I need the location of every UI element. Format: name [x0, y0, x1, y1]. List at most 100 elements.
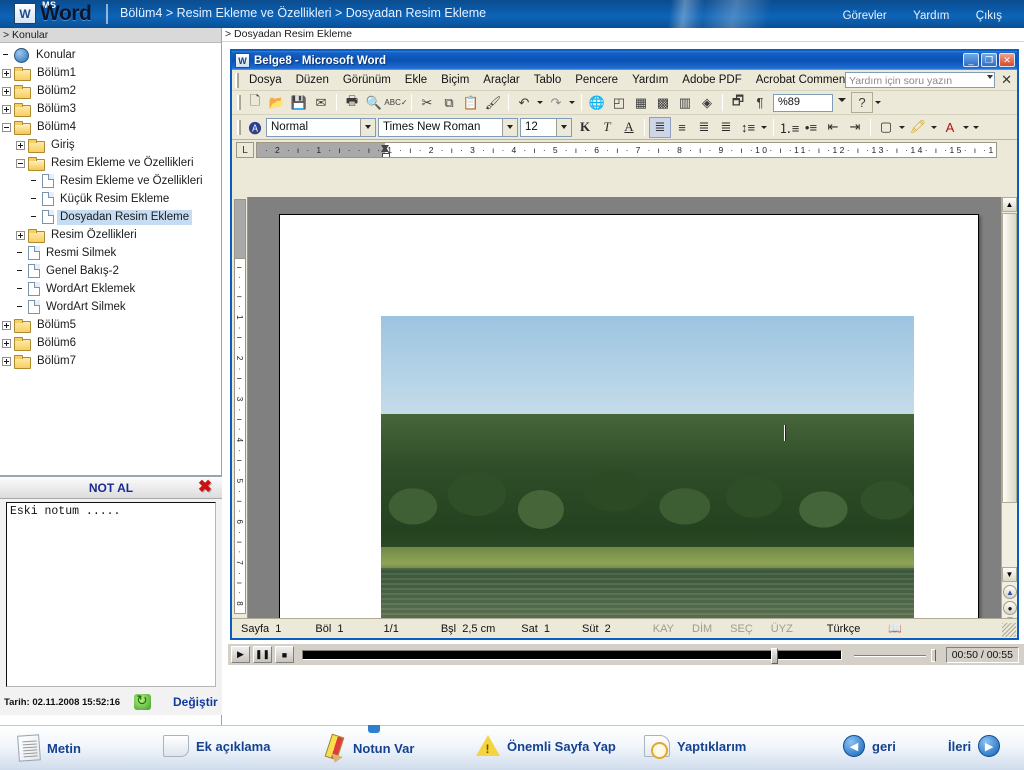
tree-item-8[interactable]: Dosyadan Resim Ekleme	[2, 208, 221, 226]
columns-icon[interactable]: ▥	[674, 92, 696, 113]
menubar-grip[interactable]	[235, 72, 239, 88]
status-indicator-kay[interactable]: KAY	[644, 623, 683, 635]
tree-item-1[interactable]: Bölüm2	[2, 82, 221, 100]
align-center-button[interactable]: ≡	[671, 117, 693, 138]
close-icon[interactable]: ✖	[196, 478, 214, 496]
expand-icon[interactable]	[16, 230, 25, 240]
formatting-overflow-icon[interactable]	[971, 117, 981, 137]
collapse-icon[interactable]	[16, 158, 25, 168]
menu-dosya[interactable]: Dosya	[242, 72, 289, 88]
pause-button[interactable]: ❚❚	[253, 646, 272, 663]
toolbar-grip[interactable]	[237, 95, 241, 110]
scroll-down-arrow-icon[interactable]: ▼	[1002, 567, 1017, 582]
expand-icon[interactable]	[2, 68, 11, 78]
align-justify-button[interactable]: ≣	[715, 117, 737, 138]
select-browse-object-icon[interactable]: ●	[1003, 601, 1017, 615]
insert-table-icon[interactable]: ▦	[630, 92, 652, 113]
previous-page-icon[interactable]: ▲	[1003, 585, 1017, 599]
resize-grip-icon[interactable]	[1002, 623, 1016, 637]
align-left-button[interactable]: ≣	[649, 116, 671, 138]
banner-link-tasks[interactable]: Görevler	[843, 10, 887, 22]
menu-d-zen[interactable]: Düzen	[289, 72, 336, 88]
status-language[interactable]: Türkçe	[818, 623, 870, 635]
redo-dropdown-icon[interactable]	[567, 93, 577, 113]
formatting-toolbar-grip[interactable]	[237, 119, 241, 135]
undo-icon[interactable]: ↶	[513, 92, 535, 113]
font-color-dropdown-icon[interactable]	[961, 117, 971, 137]
highlight-color-button[interactable]: 🖍	[907, 117, 929, 138]
menu-pencere[interactable]: Pencere	[568, 72, 625, 88]
page-scroll-region[interactable]	[249, 197, 1001, 618]
tree-item-16[interactable]: Bölüm7	[2, 352, 221, 370]
open-folder-icon[interactable]: 📂	[266, 92, 288, 113]
tables-and-borders-icon[interactable]: ◰	[608, 92, 630, 113]
document-page[interactable]	[279, 214, 979, 618]
border-dropdown-icon[interactable]	[897, 117, 907, 137]
save-icon[interactable]: 💾	[288, 92, 310, 113]
status-indicator-uyz[interactable]: ÜYZ	[762, 623, 802, 635]
taskbar-item-notun-var[interactable]: Notun Var	[322, 735, 414, 761]
tree-item-11[interactable]: Genel Bakış-2	[2, 262, 221, 280]
status-indicator-dim[interactable]: DİM	[683, 623, 721, 635]
font-color-button[interactable]: A	[939, 117, 961, 138]
font-combobox[interactable]: Times New Roman	[378, 117, 518, 137]
chevron-down-icon[interactable]	[838, 97, 846, 102]
hanging-indent-marker[interactable]	[381, 146, 389, 152]
word-titlebar[interactable]: W Belge8 - Microsoft Word _ ❐ ✕	[232, 51, 1017, 70]
spellcheck-icon[interactable]: ABC✓	[384, 92, 407, 113]
horizontal-ruler[interactable]: · 2 · ı · 1 · ı · · ı · 1 · ı · 2 · ı · …	[256, 142, 997, 158]
tree-item-9[interactable]: Resim Özellikleri	[2, 226, 221, 244]
scroll-up-arrow-icon[interactable]: ▲	[1002, 197, 1017, 212]
line-spacing-button[interactable]: ↕≡	[737, 117, 759, 138]
tree-item-3[interactable]: Bölüm4	[2, 118, 221, 136]
tree-item-0[interactable]: Bölüm1	[2, 64, 221, 82]
expand-icon[interactable]	[2, 320, 11, 330]
undo-dropdown-icon[interactable]	[535, 93, 545, 113]
inserted-photo[interactable]	[381, 316, 914, 618]
copy-icon[interactable]: ⧉	[438, 92, 460, 113]
styles-and-formatting-icon[interactable]: 🅐	[244, 117, 266, 138]
toolbar-overflow-icon[interactable]	[873, 93, 883, 113]
menu-yard-m[interactable]: Yardım	[625, 72, 675, 88]
volume-slider[interactable]	[848, 648, 940, 662]
tree-item-13[interactable]: WordArt Silmek	[2, 298, 221, 316]
tab-stop-selector-icon[interactable]: L	[236, 142, 254, 158]
vertical-scrollbar[interactable]: ▲ ▼ ▲ ● ▼	[1001, 197, 1017, 638]
align-right-button[interactable]: ≣	[693, 117, 715, 138]
minimize-button[interactable]: _	[963, 53, 979, 67]
chevron-down-icon[interactable]	[987, 75, 993, 79]
play-button[interactable]: ▶	[231, 646, 250, 663]
playback-progress-thumb[interactable]	[770, 647, 778, 664]
taskbar-item-yaptiklarim[interactable]: Yaptıklarım	[644, 735, 746, 759]
cut-icon[interactable]: ✂	[416, 92, 438, 113]
tree-item-15[interactable]: Bölüm6	[2, 334, 221, 352]
chevron-down-icon[interactable]	[360, 118, 375, 136]
tree-item-2[interactable]: Bölüm3	[2, 100, 221, 118]
chevron-down-icon[interactable]	[556, 118, 571, 136]
menu-tablo[interactable]: Tablo	[527, 72, 569, 88]
italic-button[interactable]: T	[596, 117, 618, 138]
vertical-scroll-thumb[interactable]	[1002, 213, 1017, 503]
menu-ara-lar[interactable]: Araçlar	[476, 72, 526, 88]
chevron-down-icon[interactable]	[502, 118, 517, 136]
status-indicator-sec[interactable]: SEÇ	[721, 623, 762, 635]
book-icon[interactable]: 📖	[879, 622, 911, 635]
line-spacing-dropdown-icon[interactable]	[759, 117, 769, 137]
underline-button[interactable]: A	[618, 117, 640, 138]
expand-icon[interactable]	[2, 104, 11, 114]
tree-item-7[interactable]: Küçük Resim Ekleme	[2, 190, 221, 208]
font-size-combobox[interactable]: 12	[520, 117, 572, 137]
expand-icon[interactable]	[2, 338, 11, 348]
zoom-combobox[interactable]: %89	[773, 93, 846, 112]
hyperlink-icon[interactable]: 🌐	[586, 92, 608, 113]
tree-item-6[interactable]: Resim Ekleme ve Özellikleri	[2, 172, 221, 190]
expand-icon[interactable]	[2, 86, 11, 96]
outside-border-button[interactable]: ▢	[875, 117, 897, 138]
menu-bi-im[interactable]: Biçim	[434, 72, 476, 88]
insert-excel-sheet-icon[interactable]: ▩	[652, 92, 674, 113]
close-button[interactable]: ✕	[999, 53, 1015, 67]
taskbar-item-onemli-sayfa-yap[interactable]: Önemli Sayfa Yap	[476, 735, 616, 757]
collapse-icon[interactable]	[2, 122, 11, 132]
taskbar-item-geri[interactable]: ◀ geri	[843, 735, 896, 757]
banner-link-exit[interactable]: Çıkış	[976, 10, 1002, 22]
